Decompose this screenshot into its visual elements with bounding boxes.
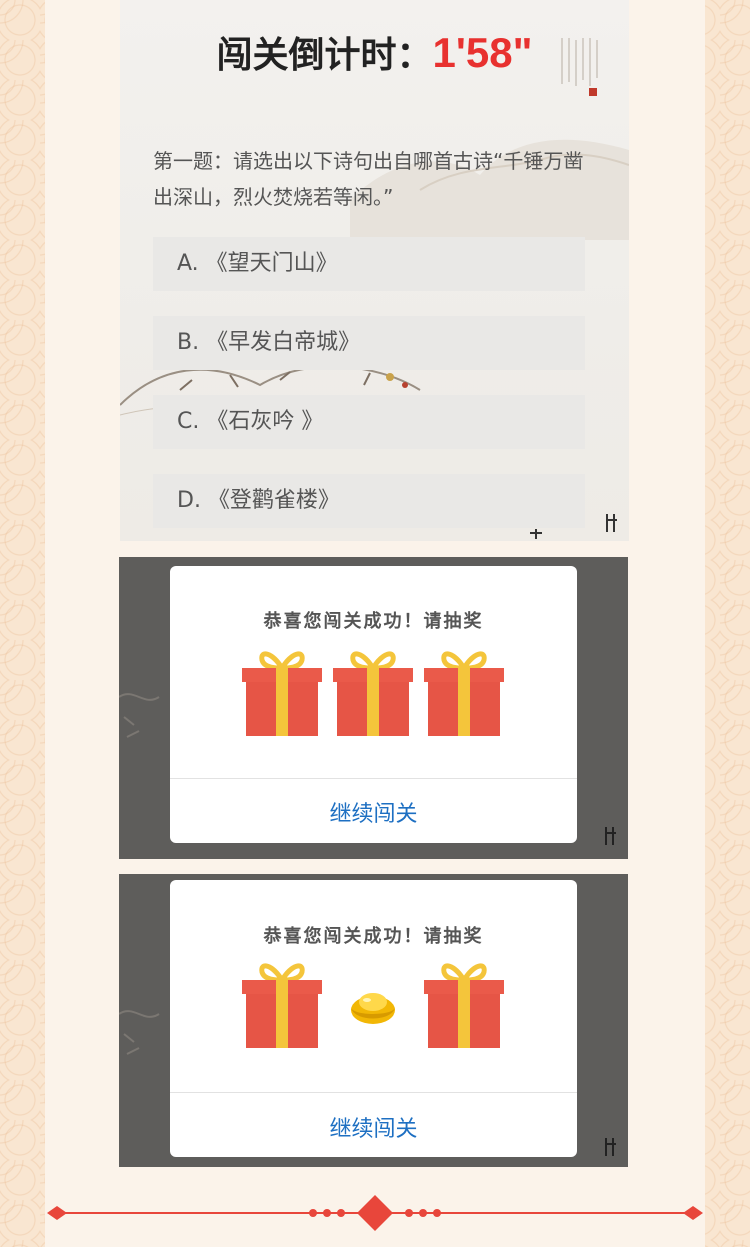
ink-mark-icon — [605, 827, 616, 845]
gold-ingot-icon — [333, 958, 413, 1050]
lottery-dialog: 恭喜您闯关成功！请抽奖 继续闯关 — [170, 880, 577, 1157]
countdown-timer: 闯关倒计时：1'58" — [120, 26, 629, 78]
question-text: 第一题：请选出以下诗句出自哪首古诗“千锤万凿出深山，烈火焚烧若等闲。” — [153, 149, 584, 209]
poem-seal-icon — [561, 38, 598, 96]
gift-box-icon[interactable] — [424, 646, 504, 738]
timer-value: 1'58" — [432, 29, 533, 76]
ink-branch-decoration — [119, 1010, 160, 1055]
ink-bird-icon — [530, 529, 542, 539]
timer-label: 闯关倒计时： — [216, 35, 433, 76]
dialog-screenshot-gifts: 恭喜您闯关成功！请抽奖 继续闯关 — [119, 557, 628, 859]
divider-ornament — [47, 1195, 703, 1231]
option-a[interactable]: A. 《望天门山》 — [153, 237, 585, 291]
quiz-screen: 闯关倒计时：1'58" 第一题：请选出以下诗句出自哪首古诗“千锤万凿出深山，烈火… — [120, 0, 629, 541]
ink-mark-icon — [605, 1138, 616, 1156]
continue-button[interactable]: 继续闯关 — [170, 796, 577, 828]
dialog-divider — [170, 1092, 577, 1093]
dialog-title: 恭喜您闯关成功！请抽奖 — [263, 926, 484, 947]
option-b[interactable]: B. 《早发白帝城》 — [153, 316, 585, 370]
option-d[interactable]: D. 《登鹳雀楼》 — [153, 474, 585, 528]
option-c[interactable]: C. 《石灰吟 》 — [153, 395, 585, 449]
continue-button[interactable]: 继续闯关 — [170, 1111, 577, 1143]
ink-branch-decoration — [119, 693, 160, 738]
gift-box-icon[interactable] — [242, 958, 322, 1050]
dialog-screenshot-revealed: 恭喜您闯关成功！请抽奖 继续闯关 — [119, 874, 628, 1167]
gift-box-icon[interactable] — [333, 646, 413, 738]
ink-mark-icon — [606, 514, 617, 532]
gift-box-icon[interactable] — [242, 646, 322, 738]
dialog-divider — [170, 778, 577, 779]
gift-box-icon[interactable] — [424, 958, 504, 1050]
lottery-dialog: 恭喜您闯关成功！请抽奖 继续闯关 — [170, 566, 577, 843]
dialog-title: 恭喜您闯关成功！请抽奖 — [263, 611, 484, 632]
